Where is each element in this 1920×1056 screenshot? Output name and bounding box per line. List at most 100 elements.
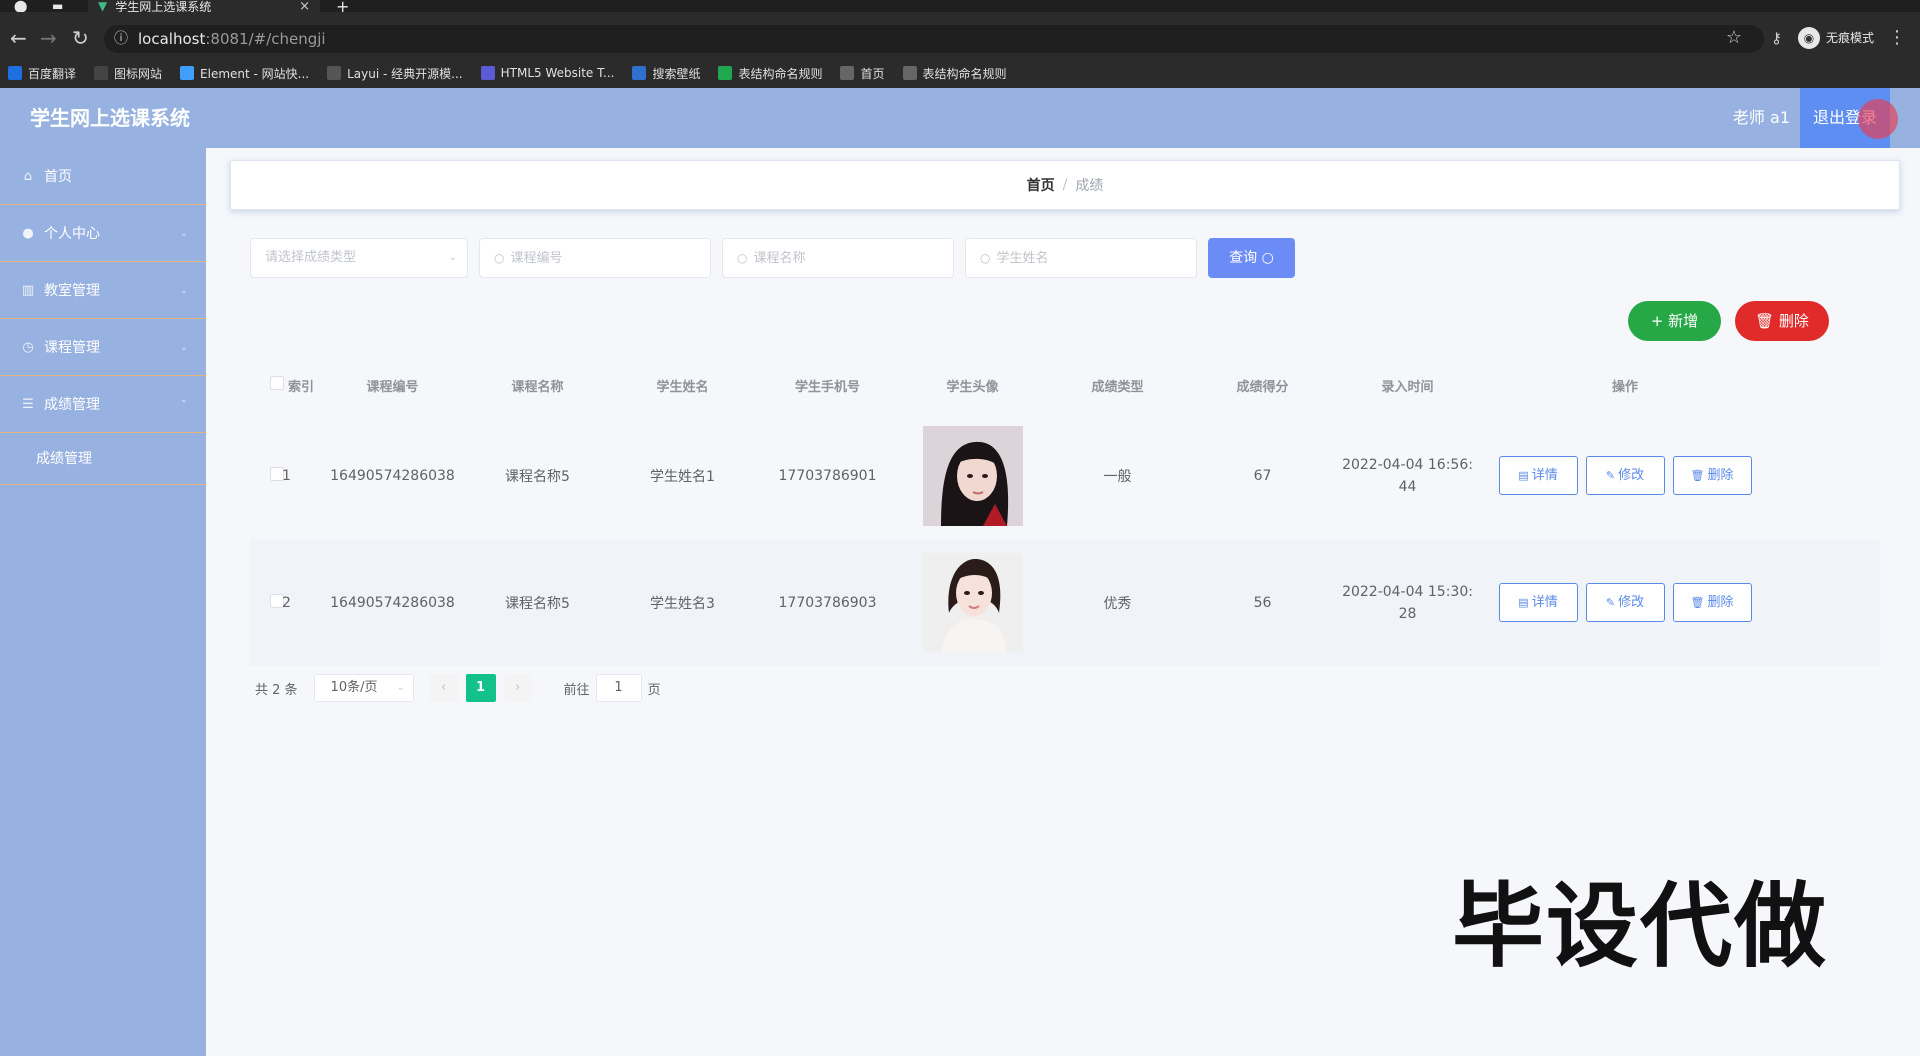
watermark-text: 毕设代做 bbox=[1452, 873, 1829, 980]
next-page-button[interactable]: › bbox=[503, 674, 532, 702]
browser-menu-icon[interactable]: ⋮ bbox=[1888, 24, 1906, 52]
row-delete-button[interactable]: 🗑︎ 删除 bbox=[1672, 583, 1752, 622]
select-all-checkbox[interactable] bbox=[250, 376, 284, 394]
sidebar-item[interactable]: ▥ 教室管理 ⌄ bbox=[0, 262, 206, 319]
app-title: 学生网上选课系统 bbox=[30, 106, 190, 130]
column-header-index: 索引 bbox=[288, 379, 315, 395]
list-icon: ☰ bbox=[22, 396, 34, 412]
edit-button[interactable]: ✎ 修改 bbox=[1585, 456, 1665, 495]
bookmark-item[interactable]: 百度翻译 bbox=[8, 65, 76, 82]
course-code-input[interactable]: ○ 课程编号 bbox=[479, 238, 711, 278]
back-icon[interactable]: ← bbox=[10, 24, 27, 52]
row-delete-button[interactable]: 🗑︎ 删除 bbox=[1672, 456, 1752, 495]
pencil-icon: ✎ bbox=[1605, 469, 1616, 482]
browser-tab-active[interactable]: ▼ 学生网上选课系统 × bbox=[88, 0, 320, 14]
bookmark-item[interactable]: Element - 网站快... bbox=[180, 65, 309, 82]
bookmark-star-icon[interactable]: ☆ bbox=[1726, 24, 1742, 52]
new-tab-button[interactable]: + bbox=[336, 0, 349, 16]
student-name-placeholder: 学生姓名 bbox=[996, 251, 1049, 266]
table-header-row: 索引 课程编号 课程名称 学生姓名 学生手机号 学生头像 成绩类型 成绩得分 录… bbox=[250, 358, 1880, 412]
prev-page-button[interactable]: ‹ bbox=[429, 674, 458, 702]
browser-tab-icon[interactable]: ▬ bbox=[52, 0, 63, 13]
sidebar-item[interactable]: ☰ 成绩管理 ⌃ bbox=[0, 376, 206, 433]
detail-button-label: 详情 bbox=[1531, 595, 1558, 610]
student-avatar[interactable] bbox=[900, 425, 1045, 526]
forward-icon[interactable]: → bbox=[40, 24, 57, 52]
bookmark-item[interactable]: 表结构命名规则 bbox=[902, 65, 1007, 82]
search-icon: ○ bbox=[980, 251, 991, 265]
sidebar-item-label: 课程管理 bbox=[44, 340, 100, 356]
row-entry-time: 2022-04-04 16:56: 44 bbox=[1335, 454, 1480, 498]
sidebar-item[interactable]: ⌂ 首页 bbox=[0, 148, 206, 205]
table-row: 1 16490574286038 课程名称5 学生姓名1 17703786901… bbox=[250, 412, 1880, 539]
pencil-icon: ✎ bbox=[1605, 596, 1616, 609]
url-input[interactable]: ⓘ localhost:8081/#/chengji bbox=[104, 25, 1764, 53]
chevron-icon: ⌄ bbox=[179, 341, 188, 353]
detail-button[interactable]: ▤ 详情 bbox=[1498, 456, 1578, 495]
bookmark-favicon-icon bbox=[180, 66, 195, 80]
add-button[interactable]: + 新增 bbox=[1628, 301, 1721, 341]
goto-page-input[interactable]: 1 bbox=[595, 674, 642, 702]
sidebar-subitem-score-management[interactable]: 成绩管理 bbox=[0, 433, 206, 485]
breadcrumb-home[interactable]: 首页 bbox=[1027, 175, 1055, 195]
course-code-placeholder: 课程编号 bbox=[510, 251, 563, 266]
batch-delete-button[interactable]: 🗑︎ 删除 bbox=[1735, 301, 1829, 341]
bookmark-item[interactable]: HTML5 Website T... bbox=[480, 66, 614, 80]
search-icon: ○ bbox=[737, 251, 748, 265]
row-entry-time: 2022-04-04 15:30: 28 bbox=[1335, 581, 1480, 625]
chevron-icon: ⌃ bbox=[179, 398, 188, 410]
bookmark-item[interactable]: 首页 bbox=[840, 65, 885, 82]
row-course-name: 课程名称5 bbox=[505, 595, 570, 612]
column-header-actions: 操作 bbox=[1611, 379, 1638, 395]
bookmark-item[interactable]: 图标网站 bbox=[94, 65, 162, 82]
delete-button-label: 删除 bbox=[1778, 312, 1809, 330]
detail-button[interactable]: ▤ 详情 bbox=[1498, 583, 1578, 622]
row-score-type: 一般 bbox=[1103, 468, 1132, 485]
sidebar-item[interactable]: ◷ 课程管理 ⌄ bbox=[0, 319, 206, 376]
row-score-type: 优秀 bbox=[1103, 595, 1132, 612]
bookmark-item[interactable]: Layui - 经典开源模... bbox=[327, 65, 463, 82]
bookmarks-bar: 百度翻译 图标网站 Element - 网站快... Layui - 经典开源模...… bbox=[0, 58, 1920, 88]
row-checkbox[interactable] bbox=[250, 593, 284, 612]
password-key-icon[interactable]: ⚷ bbox=[1771, 24, 1782, 52]
score-type-select[interactable]: 请选择成绩类型 ⌄ bbox=[250, 238, 468, 278]
course-name-input[interactable]: ○ 课程名称 bbox=[722, 238, 954, 278]
page-size-select[interactable]: 10条/页 ⌄ bbox=[313, 674, 414, 702]
sidebar-item[interactable]: ● 个人中心 ⌄ bbox=[0, 205, 206, 262]
clock-icon: ◷ bbox=[22, 339, 34, 355]
sidebar-item-label: 成绩管理 bbox=[44, 397, 100, 413]
row-index: 1 bbox=[282, 467, 291, 484]
bookmark-label: 首页 bbox=[860, 66, 885, 81]
student-avatar[interactable] bbox=[900, 552, 1045, 653]
browser-tab-icon[interactable]: ⬤ bbox=[14, 0, 27, 13]
bookmark-favicon-icon bbox=[840, 66, 855, 80]
column-header-score-type: 成绩类型 bbox=[1091, 379, 1144, 395]
bookmark-item[interactable]: 表结构命名规则 bbox=[718, 65, 822, 82]
score-type-placeholder: 请选择成绩类型 bbox=[265, 250, 357, 265]
column-header-course-name: 课程名称 bbox=[511, 379, 564, 395]
column-header-student-name: 学生姓名 bbox=[656, 379, 709, 395]
incognito-indicator[interactable]: ◉ 无痕模式 bbox=[1797, 27, 1874, 49]
bookmark-item[interactable]: 搜索壁纸 bbox=[632, 65, 700, 82]
goto-label: 前往 bbox=[563, 682, 590, 698]
row-entry-time-line1: 2022-04-04 15:30: bbox=[1342, 583, 1473, 600]
sidebar-item-label: 首页 bbox=[44, 169, 72, 185]
student-name-input[interactable]: ○ 学生姓名 bbox=[965, 238, 1197, 278]
row-entry-time-line1: 2022-04-04 16:56: bbox=[1342, 456, 1473, 473]
site-info-icon[interactable]: ⓘ bbox=[114, 25, 128, 53]
bookmark-label: Element - 网站快... bbox=[200, 66, 310, 81]
trash-icon: 🗑︎ bbox=[1755, 312, 1779, 330]
document-icon: ▤ bbox=[1518, 596, 1529, 609]
search-button[interactable]: 查询 ○ bbox=[1208, 238, 1295, 278]
edit-button[interactable]: ✎ 修改 bbox=[1585, 583, 1665, 622]
student-avatar-image bbox=[922, 425, 1023, 526]
page-number-current[interactable]: 1 bbox=[465, 674, 496, 702]
row-checkbox[interactable] bbox=[250, 466, 284, 485]
pagination: 共 2 条 10条/页 ⌄ ‹ 1 › 前往 1 页 bbox=[255, 674, 661, 702]
bookmark-label: 百度翻译 bbox=[28, 66, 77, 81]
reload-icon[interactable]: ↻ bbox=[72, 24, 89, 52]
breadcrumb: 首页 / 成绩 bbox=[230, 160, 1900, 210]
row-delete-button-label: 删除 bbox=[1707, 468, 1734, 483]
chevron-icon: ⌄ bbox=[179, 284, 188, 296]
bookmark-label: Layui - 经典开源模... bbox=[347, 66, 463, 81]
